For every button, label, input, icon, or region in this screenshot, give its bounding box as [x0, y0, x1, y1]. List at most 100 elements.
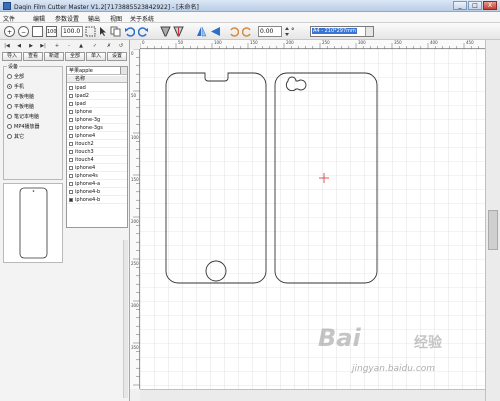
paper-size-select[interactable]: A4 - 210*297mm: [310, 26, 374, 37]
app-icon: [3, 2, 11, 10]
record-navigator: |◀ ◀ ▶ ▶| + - ▲ ✓ ✗ ↺: [0, 43, 130, 51]
radio-icon: [7, 124, 12, 129]
radio-other[interactable]: 其它: [7, 133, 24, 140]
list-item[interactable]: itouch3: [67, 148, 127, 156]
import-button[interactable]: 导入: [2, 52, 22, 61]
file-icon: [69, 142, 73, 146]
new-button[interactable]: 新建: [44, 52, 64, 61]
radio-tablet[interactable]: 平板电脑: [7, 93, 34, 100]
device-type-group: 设备 全部 手机 平板电脑 平板电脑 笔记本电脑 MP4播放器 其它: [3, 63, 63, 180]
zoom-in-icon[interactable]: +: [4, 26, 15, 37]
list-item[interactable]: iphone4: [67, 132, 127, 140]
ruler-label: 250: [322, 40, 330, 45]
ruler-label: 50: [131, 93, 137, 98]
undo-icon[interactable]: [124, 26, 136, 37]
select-tool-icon[interactable]: [85, 26, 96, 37]
ruler-label: 250: [131, 261, 139, 266]
vertical-scrollbar[interactable]: [485, 40, 500, 401]
file-icon: [69, 102, 73, 106]
nav-first-button[interactable]: |◀: [2, 43, 12, 50]
radio-icon: [7, 74, 12, 79]
angle-input[interactable]: 0.00: [258, 26, 282, 37]
file-icon: [69, 126, 73, 130]
redo-icon[interactable]: [137, 26, 149, 37]
all-button[interactable]: 全部: [65, 52, 85, 61]
radio-icon: [7, 104, 12, 109]
nav-edit-button[interactable]: ▲: [76, 43, 86, 50]
nav-last-button[interactable]: ▶|: [38, 43, 48, 50]
toolbar: + − 100 100.0 0.00 ° A4 - 210*297mm: [0, 23, 500, 40]
zoom-100-button[interactable]: 100: [46, 26, 57, 37]
radio-icon: [7, 94, 12, 99]
cut-blade-icon[interactable]: [160, 26, 171, 37]
angle-spinner[interactable]: [284, 26, 290, 37]
list-item[interactable]: itouch2: [67, 140, 127, 148]
list-item[interactable]: iphone-3gs: [67, 124, 127, 132]
zoom-out-icon[interactable]: −: [18, 26, 29, 37]
nav-cancel-button[interactable]: ✗: [104, 43, 114, 50]
menu-about[interactable]: 关于系统: [130, 14, 154, 23]
file-icon: [69, 182, 73, 186]
rotate-right-icon[interactable]: [241, 26, 253, 37]
list-item[interactable]: ipad: [67, 100, 127, 108]
list-item[interactable]: iphone4: [67, 164, 127, 172]
radio-laptop[interactable]: 笔记本电脑: [7, 113, 39, 120]
nav-prev-button[interactable]: ◀: [14, 43, 24, 50]
ruler-label: 200: [131, 219, 139, 224]
list-item[interactable]: iphone-3g: [67, 116, 127, 124]
single-import-button[interactable]: 单入: [86, 52, 106, 61]
menu-file[interactable]: 文件: [3, 14, 15, 23]
list-item[interactable]: iphone: [67, 108, 127, 116]
device-group-title: 设备: [7, 63, 20, 70]
brand-select[interactable]: 苹果apple: [67, 67, 127, 75]
radio-mp4[interactable]: MP4播放器: [7, 123, 40, 130]
pointer-icon[interactable]: [98, 26, 109, 37]
radio-selected-icon: [7, 84, 12, 89]
menu-view[interactable]: 视图: [110, 14, 122, 23]
model-list: 苹果apple 名称 ipad ipad2 ipad iphone iphone…: [66, 66, 128, 228]
flip-horizontal-icon[interactable]: [196, 26, 207, 37]
copy-icon[interactable]: [110, 26, 121, 37]
menu-params[interactable]: 参数设置: [55, 14, 79, 23]
fit-page-icon[interactable]: [32, 26, 43, 37]
nav-next-button[interactable]: ▶: [26, 43, 36, 50]
blade-depth-icon[interactable]: [173, 26, 184, 37]
vertical-ruler: 0 50 100 150 200 250 300 350: [130, 49, 140, 389]
file-icon: [69, 166, 73, 170]
list-item-selected[interactable]: iphone4-b: [67, 196, 127, 204]
maximize-button[interactable]: □: [468, 1, 482, 10]
radio-icon: [7, 114, 12, 119]
nav-add-button[interactable]: +: [52, 43, 62, 50]
minimize-button[interactable]: _: [453, 1, 467, 10]
nav-refresh-button[interactable]: ↺: [116, 43, 126, 50]
list-item[interactable]: ipad: [67, 84, 127, 92]
ruler-label: 400: [430, 40, 438, 45]
menu-edit[interactable]: 编辑: [33, 14, 45, 23]
chevron-down-icon: [120, 67, 127, 74]
radio-tablet-2[interactable]: 平板电脑: [7, 103, 34, 110]
list-item[interactable]: ipad2: [67, 92, 127, 100]
left-panel-scrollbar[interactable]: [123, 240, 128, 398]
menu-output[interactable]: 输出: [88, 14, 100, 23]
rotate-left-icon[interactable]: [228, 26, 240, 37]
flip-vertical-icon[interactable]: [210, 26, 221, 37]
list-item[interactable]: iphone4-b: [67, 188, 127, 196]
close-button[interactable]: X: [483, 1, 497, 10]
file-icon: [69, 174, 73, 178]
radio-phone[interactable]: 手机: [7, 83, 24, 90]
list-item[interactable]: itouch4: [67, 156, 127, 164]
view-button[interactable]: 查看: [23, 52, 43, 61]
scroll-thumb[interactable]: [488, 210, 498, 250]
watermark-brand-suffix: 经验: [414, 335, 442, 351]
list-item[interactable]: iphone4s: [67, 172, 127, 180]
radio-all[interactable]: 全部: [7, 73, 24, 80]
ruler-label: 450: [466, 40, 474, 45]
settings-button[interactable]: 设置: [107, 52, 127, 61]
ruler-label: 150: [250, 40, 258, 45]
zoom-input[interactable]: 100.0: [61, 26, 83, 37]
menu-bar: 文件 编辑 参数设置 输出 视图 关于系统: [0, 12, 500, 23]
nav-delete-button[interactable]: -: [64, 43, 74, 50]
list-item[interactable]: iphone4-a: [67, 180, 127, 188]
ruler-label: 300: [131, 303, 139, 308]
nav-post-button[interactable]: ✓: [90, 43, 100, 50]
